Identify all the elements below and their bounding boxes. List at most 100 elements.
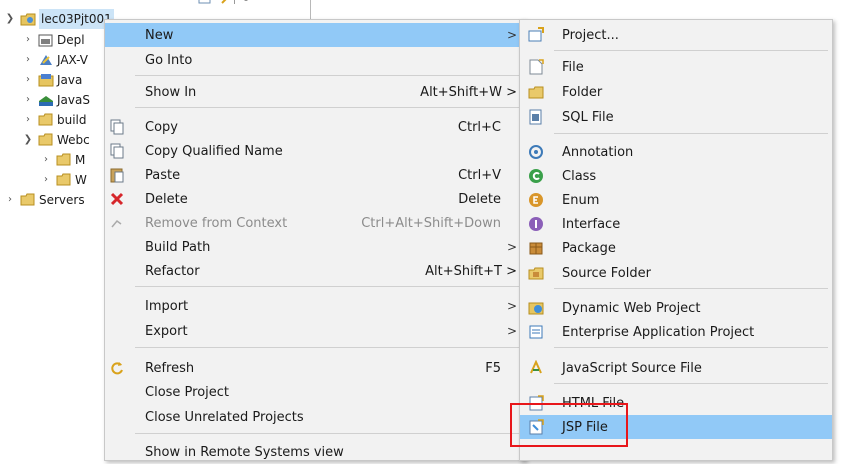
submenu-item-enterprise-application-project[interactable]: Enterprise Application Project — [520, 320, 832, 344]
menu-item-show-in[interactable]: Show In Alt+Shift+W > — [105, 80, 525, 104]
menu-item-refactor[interactable]: Refactor Alt+Shift+T > — [105, 259, 525, 283]
tree-item-deployment[interactable]: › Depl — [22, 30, 85, 50]
tree-item-label: Webc — [57, 133, 90, 147]
folder-icon — [56, 153, 72, 167]
menu-item-label: Remove from Context — [145, 215, 288, 231]
submenu-item-sql-file[interactable]: SQL File — [520, 105, 832, 129]
tree-item-label: Depl — [57, 33, 85, 47]
menu-item-label: Go Into — [145, 52, 193, 68]
submenu-item-label: Class — [562, 168, 597, 184]
submenu-separator — [554, 383, 828, 384]
menu-item-refresh[interactable]: Refresh F5 — [105, 356, 525, 380]
interface-icon — [528, 216, 544, 232]
package-icon — [528, 240, 544, 256]
menu-item-copy[interactable]: Copy Ctrl+C — [105, 115, 525, 139]
tree-item-javascript[interactable]: › JavaS — [22, 90, 90, 110]
dynamic-web-project-icon — [528, 300, 544, 316]
menu-item-export[interactable]: Export > — [105, 319, 525, 343]
submenu-separator — [554, 133, 828, 134]
chevron-right-icon[interactable]: › — [22, 110, 34, 130]
menu-item-delete[interactable]: Delete Delete — [105, 187, 525, 211]
new-project-icon — [528, 27, 544, 43]
submenu-item-label: Project... — [562, 27, 619, 43]
submenu-item-label: Interface — [562, 216, 621, 232]
tree-item-jax[interactable]: › JAX-V — [22, 50, 88, 70]
tree-item-webcontent[interactable]: ❯ Webc — [22, 130, 90, 150]
submenu-item-enum[interactable]: Enum — [520, 188, 832, 212]
submenu-item-source-folder[interactable]: Source Folder — [520, 261, 832, 285]
tree-item-label: lec03Pjt001 — [39, 9, 114, 29]
java-resources-icon — [38, 73, 54, 87]
menu-item-close-unrelated-projects[interactable]: Close Unrelated Projects — [105, 405, 525, 429]
annotation-icon — [528, 144, 544, 160]
deployment-descriptor-icon — [38, 33, 54, 47]
tree-item-meta-inf[interactable]: › M — [40, 150, 85, 170]
chevron-right-icon[interactable]: › — [40, 150, 52, 170]
menu-item-copy-qualified-name[interactable]: Copy Qualified Name — [105, 139, 525, 163]
copy-icon — [109, 119, 125, 135]
menu-item-label: Close Unrelated Projects — [145, 409, 304, 425]
chevron-right-icon[interactable]: › — [22, 90, 34, 110]
menu-separator — [135, 107, 521, 108]
class-icon — [528, 168, 544, 184]
context-menu: New > Go Into Show In Alt+Shift+W > Copy… — [104, 19, 526, 461]
submenu-item-label: Annotation — [562, 144, 634, 160]
explorer-toolbar — [198, 0, 253, 6]
menu-item-label: Refresh — [145, 360, 195, 376]
folder-icon — [20, 193, 36, 207]
chevron-right-icon[interactable]: › — [22, 30, 34, 50]
menu-item-build-path[interactable]: Build Path > — [105, 235, 525, 259]
tree-divider — [310, 0, 311, 20]
submenu-item-label: HTML File — [562, 395, 625, 411]
submenu-item-dynamic-web-project[interactable]: Dynamic Web Project — [520, 296, 832, 320]
toolbar-separator — [234, 0, 235, 4]
chevron-right-icon[interactable]: › — [40, 170, 52, 190]
view-menu-icon[interactable] — [239, 0, 253, 5]
chevron-right-icon[interactable]: › — [22, 50, 34, 70]
submenu-item-folder[interactable]: Folder — [520, 80, 832, 104]
collapse-all-icon[interactable] — [198, 0, 212, 5]
chevron-right-icon[interactable]: › — [4, 190, 16, 210]
paste-icon — [109, 167, 125, 183]
menu-item-shortcut: Ctrl+V — [458, 167, 501, 183]
chevron-down-icon[interactable]: ❯ — [4, 9, 16, 29]
copy-qualified-name-icon — [109, 143, 125, 159]
menu-item-close-project[interactable]: Close Project — [105, 380, 525, 404]
submenu-item-label: JavaScript Source File — [562, 360, 702, 376]
chevron-right-icon[interactable]: › — [22, 70, 34, 90]
delete-icon — [109, 191, 125, 207]
menu-item-shortcut: F5 — [485, 360, 501, 376]
submenu-item-file[interactable]: File — [520, 55, 832, 79]
submenu-item-annotation[interactable]: Annotation — [520, 140, 832, 164]
link-with-editor-icon[interactable] — [216, 0, 230, 5]
submenu-item-label: Package — [562, 240, 616, 256]
submenu-separator — [554, 288, 828, 289]
menu-item-go-into[interactable]: Go Into — [105, 48, 525, 72]
menu-item-paste[interactable]: Paste Ctrl+V — [105, 163, 525, 187]
menu-item-label: Copy Qualified Name — [145, 143, 283, 159]
tree-item-servers[interactable]: › Servers — [4, 190, 85, 210]
submenu-item-javascript-source-file[interactable]: JavaScript Source File — [520, 356, 832, 380]
menu-item-new[interactable]: New > — [105, 23, 525, 47]
tree-item-java-resources[interactable]: › Java — [22, 70, 82, 90]
submenu-item-class[interactable]: Class — [520, 164, 832, 188]
menu-item-import[interactable]: Import > — [105, 294, 525, 318]
submenu-item-jsp-file[interactable]: JSP File — [520, 415, 832, 439]
remove-from-context-icon — [109, 215, 125, 231]
tree-item-web-inf[interactable]: › W — [40, 170, 87, 190]
submenu-item-interface[interactable]: Interface — [520, 212, 832, 236]
tree-item-project[interactable]: ❯ lec03Pjt001 — [4, 9, 114, 29]
submenu-item-html-file[interactable]: HTML File — [520, 391, 832, 415]
tree-item-label: W — [75, 173, 87, 187]
submenu-item-project[interactable]: Project... — [520, 23, 832, 47]
javascript-file-icon — [528, 360, 544, 376]
javascript-resources-icon — [38, 93, 54, 107]
submenu-item-package[interactable]: Package — [520, 236, 832, 260]
menu-item-label: Import — [145, 298, 189, 314]
menu-item-show-in-remote-systems[interactable]: Show in Remote Systems view — [105, 440, 525, 464]
folder-icon — [38, 113, 54, 127]
tree-item-build[interactable]: › build — [22, 110, 87, 130]
enum-icon — [528, 192, 544, 208]
menu-item-label: Paste — [145, 167, 181, 183]
chevron-down-icon[interactable]: ❯ — [22, 130, 34, 150]
